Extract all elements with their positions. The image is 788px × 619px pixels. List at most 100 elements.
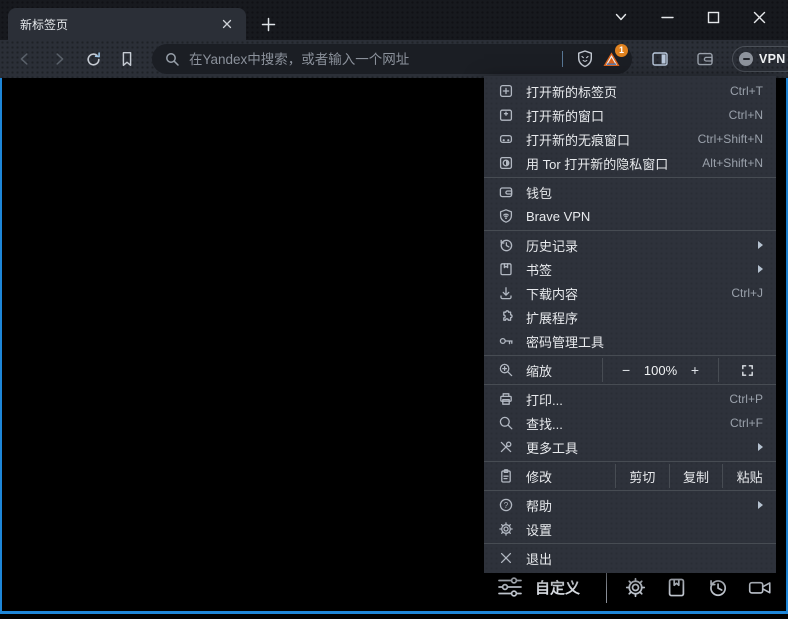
menu-item-label: 缩放 bbox=[526, 363, 553, 379]
maximize-icon[interactable] bbox=[690, 2, 736, 32]
fullscreen-button[interactable] bbox=[719, 363, 776, 378]
tab-new-tab[interactable]: 新标签页 bbox=[8, 8, 246, 40]
bookmarks-icon bbox=[498, 261, 514, 277]
paste-button[interactable]: 粘贴 bbox=[723, 467, 776, 486]
cut-button[interactable]: 剪切 bbox=[616, 467, 669, 486]
menu-separator bbox=[484, 384, 776, 385]
window-controls bbox=[598, 0, 782, 34]
bottom-bar-separator bbox=[606, 571, 608, 603]
history-clock-icon[interactable] bbox=[706, 576, 729, 599]
menu-item-print[interactable]: 打印... Ctrl+P bbox=[484, 387, 776, 411]
menu-item-new-window[interactable]: 打开新的窗口 Ctrl+N bbox=[484, 103, 776, 127]
gear-icon[interactable] bbox=[624, 576, 647, 599]
menu-item-brave-vpn[interactable]: Brave VPN bbox=[484, 204, 776, 228]
urlbar-separator bbox=[562, 51, 563, 67]
toolbar: 1 VPN bbox=[0, 40, 788, 78]
menu-separator bbox=[484, 490, 776, 491]
tab-close-icon[interactable] bbox=[218, 15, 236, 33]
zoom-in-button[interactable]: + bbox=[691, 362, 699, 378]
menu-item-label: 历史记录 bbox=[526, 238, 579, 254]
menu-item-downloads[interactable]: 下载内容 Ctrl+J bbox=[484, 281, 776, 305]
new-tab-plus-icon[interactable] bbox=[256, 12, 280, 36]
menu-item-exit[interactable]: 退出 bbox=[484, 546, 776, 570]
address-bar[interactable]: 1 bbox=[152, 44, 632, 74]
menu-item-label: 帮助 bbox=[526, 498, 553, 514]
submenu-arrow-icon bbox=[758, 265, 763, 273]
passwords-icon bbox=[498, 333, 514, 349]
wallet-icon[interactable] bbox=[690, 44, 720, 74]
downloads-icon bbox=[498, 285, 514, 301]
sidebar-icon[interactable] bbox=[645, 44, 675, 74]
menu-item-label: 用 Tor 打开新的隐私窗口 bbox=[526, 156, 669, 172]
menu-item-shortcut: Alt+Shift+N bbox=[702, 156, 763, 170]
rewards-triangle-icon[interactable]: 1 bbox=[598, 44, 628, 72]
print-icon bbox=[498, 391, 514, 407]
menu-item-label: 下载内容 bbox=[526, 286, 579, 302]
vpn-label: VPN bbox=[759, 52, 786, 66]
menu-item-help[interactable]: ? 帮助 bbox=[484, 493, 776, 517]
menu-item-label: 设置 bbox=[526, 522, 553, 538]
help-icon: ? bbox=[498, 497, 514, 513]
forward-icon[interactable] bbox=[44, 44, 74, 74]
camera-icon[interactable] bbox=[747, 576, 773, 599]
submenu-arrow-icon bbox=[758, 501, 763, 509]
svg-text:?: ? bbox=[504, 501, 509, 510]
titlebar: 新标签页 bbox=[0, 0, 788, 40]
saved-bookmarks-icon[interactable] bbox=[665, 576, 688, 599]
edit-icon bbox=[498, 468, 514, 484]
zoom-out-button[interactable]: − bbox=[622, 362, 630, 378]
menu-item-label: 打开新的无痕窗口 bbox=[526, 132, 631, 148]
copy-button[interactable]: 复制 bbox=[670, 467, 723, 486]
menu-item-find[interactable]: 查找... Ctrl+F bbox=[484, 411, 776, 435]
menu-separator bbox=[484, 461, 776, 462]
bookmark-icon[interactable] bbox=[112, 44, 142, 74]
history-icon bbox=[498, 237, 514, 253]
zoom-icon bbox=[498, 362, 514, 378]
menu-item-tor-window[interactable]: 用 Tor 打开新的隐私窗口 Alt+Shift+N bbox=[484, 151, 776, 175]
browser-app-menu: 打开新的标签页 Ctrl+T 打开新的窗口 Ctrl+N 打开新的无痕窗口 Ctrl+Sh… bbox=[484, 76, 776, 573]
menu-item-extensions[interactable]: 扩展程序 bbox=[484, 305, 776, 329]
menu-item-label: 扩展程序 bbox=[526, 310, 579, 326]
chevron-down-icon[interactable] bbox=[598, 2, 644, 32]
submenu-arrow-icon bbox=[758, 241, 763, 249]
back-icon[interactable] bbox=[10, 44, 40, 74]
menu-item-label: 钱包 bbox=[526, 185, 553, 201]
close-icon[interactable] bbox=[736, 2, 782, 32]
vpn-button[interactable]: VPN bbox=[732, 46, 788, 72]
menu-item-bookmarks[interactable]: 书签 bbox=[484, 257, 776, 281]
new-tab-icon bbox=[498, 83, 514, 99]
menu-separator bbox=[484, 543, 776, 544]
menu-item-more-tools[interactable]: 更多工具 bbox=[484, 435, 776, 459]
menu-item-label: Brave VPN bbox=[526, 208, 591, 224]
menu-item-label: 打印... bbox=[526, 392, 563, 408]
menu-item-label: 密码管理工具 bbox=[526, 334, 605, 350]
menu-item-passwords[interactable]: 密码管理工具 bbox=[484, 329, 776, 353]
menu-item-label: 退出 bbox=[526, 551, 553, 567]
wallet-icon bbox=[498, 184, 514, 200]
menu-item-shortcut: Ctrl+J bbox=[731, 286, 763, 300]
reload-icon[interactable] bbox=[78, 44, 108, 74]
menu-separator bbox=[484, 177, 776, 178]
menu-separator bbox=[484, 355, 776, 356]
customize-label: 自定义 bbox=[535, 579, 581, 597]
ntp-bottom-bar: 自定义 bbox=[496, 570, 773, 604]
menu-item-history[interactable]: 历史记录 bbox=[484, 233, 776, 257]
menu-item-label: 打开新的窗口 bbox=[526, 108, 605, 124]
customize-button[interactable]: 自定义 bbox=[496, 574, 580, 600]
zoom-level: 100% bbox=[643, 362, 678, 378]
url-input[interactable] bbox=[189, 51, 558, 67]
menu-item-new-tab[interactable]: 打开新的标签页 Ctrl+T bbox=[484, 79, 776, 103]
menu-separator bbox=[484, 230, 776, 231]
rewards-badge: 1 bbox=[615, 44, 628, 57]
vpn-shield-icon bbox=[498, 208, 514, 224]
tab-title: 新标签页 bbox=[20, 17, 69, 32]
menu-item-label: 查找... bbox=[526, 416, 563, 432]
menu-item-settings[interactable]: 设置 bbox=[484, 517, 776, 541]
menu-item-wallet[interactable]: 钱包 bbox=[484, 180, 776, 204]
menu-item-shortcut: Ctrl+P bbox=[729, 392, 763, 406]
menu-item-shortcut: Ctrl+Shift+N bbox=[697, 132, 763, 146]
brave-shield-icon[interactable] bbox=[572, 46, 598, 72]
menu-item-incognito[interactable]: 打开新的无痕窗口 Ctrl+Shift+N bbox=[484, 127, 776, 151]
minimize-icon[interactable] bbox=[644, 2, 690, 32]
vpn-minus-icon bbox=[739, 52, 753, 66]
